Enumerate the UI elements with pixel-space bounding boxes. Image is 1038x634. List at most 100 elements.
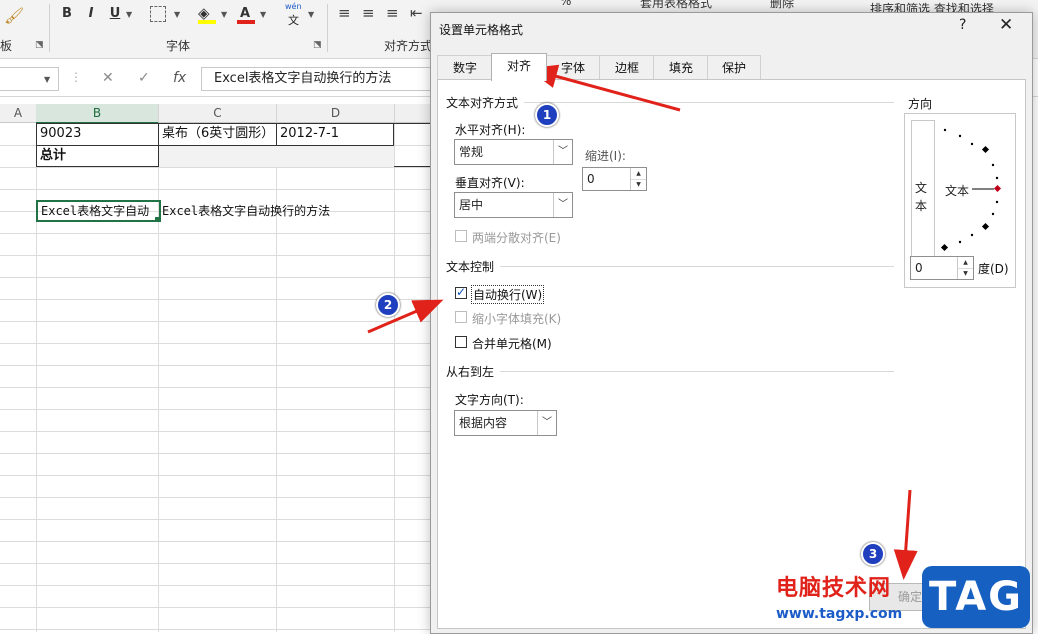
decrease-indent-icon[interactable]: ⇤: [410, 4, 423, 22]
name-box-dropdown-icon[interactable]: ▼: [44, 75, 50, 84]
pinyin-guide-button[interactable]: 文: [288, 12, 299, 28]
chevron-down-icon[interactable]: ﹀: [553, 140, 572, 164]
distributed-label: 两端分散对齐(E): [472, 231, 561, 245]
text-direction-value: 根据内容: [459, 416, 508, 430]
step-badge-1: 1: [535, 103, 559, 127]
spin-down-icon[interactable]: ▼: [958, 268, 973, 279]
font-group-label: 字体: [166, 39, 191, 53]
border-icon[interactable]: [150, 6, 166, 22]
shrink-to-fit-label: 缩小字体填充(K): [472, 312, 562, 326]
formula-input[interactable]: Excel表格文字自动换行的方法: [201, 67, 455, 91]
alignment-group-label: 对齐方式: [384, 39, 433, 53]
italic-button[interactable]: I: [83, 4, 99, 24]
ok-button-label: 确定: [897, 590, 922, 604]
table-cell-d1[interactable]: 2012-7-1: [277, 123, 394, 145]
chevron-down-icon[interactable]: ﹀: [537, 411, 556, 435]
distributed-checkbox[interactable]: [455, 230, 467, 242]
cancel-icon[interactable]: ✕: [102, 70, 114, 86]
insert-function-icon[interactable]: fx: [173, 70, 186, 86]
border-dropdown-icon[interactable]: ▼: [174, 10, 180, 19]
vertical-text-option[interactable]: 文本: [911, 120, 935, 272]
align-center-icon[interactable]: ≡: [362, 4, 375, 22]
percent-style-button[interactable]: %: [560, 0, 571, 8]
horizontal-align-select[interactable]: 常规 ﹀: [454, 139, 573, 165]
tab-border[interactable]: 边框: [599, 55, 655, 80]
underline-button[interactable]: U: [107, 4, 123, 24]
pinyin-guide-top[interactable]: wén: [285, 2, 302, 11]
text-alignment-section-title: 文本对齐方式: [446, 96, 519, 110]
fill-color-bar: [198, 20, 216, 24]
tab-alignment[interactable]: 对齐: [491, 53, 547, 81]
fill-color-dropdown-icon[interactable]: ▼: [221, 10, 227, 19]
font-dialog-launcher-icon[interactable]: ⬔: [313, 40, 322, 50]
tab-protection[interactable]: 保护: [707, 55, 761, 80]
horizontal-align-value: 常规: [459, 145, 484, 159]
shrink-to-fit-checkbox[interactable]: [455, 311, 467, 323]
merge-cells-label: 合并单元格(M): [472, 337, 552, 351]
align-left-icon[interactable]: ≡: [338, 4, 351, 22]
help-icon[interactable]: ?: [959, 17, 966, 33]
table-cell-b2[interactable]: 总计: [37, 145, 158, 167]
horizontal-text-label: 文本: [945, 184, 970, 198]
underline-dropdown-icon[interactable]: ▼: [126, 10, 132, 19]
clipboard-group-label: 板: [0, 39, 13, 53]
chevron-down-icon[interactable]: ﹀: [553, 193, 572, 217]
enter-icon[interactable]: ✓: [138, 70, 150, 86]
indent-value: 0: [587, 172, 595, 186]
wrap-text-label[interactable]: 自动换行(W): [471, 285, 545, 304]
wrap-text-checkbox[interactable]: ✓: [455, 285, 467, 299]
vertical-align-label: 垂直对齐(V):: [455, 176, 525, 190]
cell-c5[interactable]: Excel表格文字自动换行的方法: [159, 200, 432, 222]
dialog-launcher-icon[interactable]: ⬔: [35, 40, 44, 50]
column-header-e[interactable]: [395, 104, 433, 123]
text-control-section-title: 文本控制: [446, 260, 495, 274]
watermark-url: www.tagxp.com: [776, 606, 903, 622]
pinyin-dropdown-icon[interactable]: ▼: [308, 10, 314, 19]
indent-label: 缩进(I):: [585, 149, 626, 163]
format-cells-dialog: 设置单元格格式 ? ✕ 数字 对齐 字体 边框 填充 保护 文本对齐方式 水平对…: [430, 12, 1033, 634]
format-as-table-button[interactable]: 套用表格格式: [640, 0, 712, 11]
column-header-b[interactable]: B: [36, 104, 159, 124]
degrees-label: 度(D): [978, 262, 1009, 276]
orientation-section-title: 方向: [908, 97, 933, 111]
step-badge-2: 2: [376, 293, 400, 317]
alignment-panel: 文本对齐方式 水平对齐(H): 常规 ﹀ 缩进(I): 0 ▲ ▼ 垂直对齐(V…: [437, 79, 1026, 629]
font-color-bar: [237, 20, 255, 24]
indent-stepper[interactable]: 0 ▲ ▼: [582, 167, 647, 191]
table-cell-b1[interactable]: 90023: [37, 123, 158, 145]
tab-fill[interactable]: 填充: [653, 55, 709, 80]
degrees-value: 0: [915, 261, 923, 275]
watermark-site-name: 电脑技术网: [776, 576, 892, 601]
name-box[interactable]: ▼: [0, 67, 59, 91]
spin-down-icon[interactable]: ▼: [631, 179, 646, 190]
format-painter-icon[interactable]: 🖌: [4, 6, 24, 25]
merge-cells-checkbox[interactable]: [455, 336, 467, 348]
align-right-icon[interactable]: ≡: [386, 4, 399, 22]
degrees-stepper[interactable]: 0 ▲ ▼: [910, 256, 974, 280]
formula-bar-grip-icon: ⋮: [70, 70, 82, 84]
checkmark-icon: ✓: [456, 285, 467, 299]
close-icon[interactable]: ✕: [999, 15, 1013, 35]
delete-cells-button[interactable]: 删除: [770, 0, 794, 11]
table-cell-c2-fill[interactable]: [159, 146, 394, 167]
watermark-tag-logo: TAG: [922, 566, 1030, 628]
text-direction-select[interactable]: 根据内容 ﹀: [454, 410, 557, 436]
selected-cell-b5[interactable]: Excel表格文字自动: [36, 200, 161, 222]
step-badge-3: 3: [861, 542, 885, 566]
vertical-text-label: 文本: [915, 181, 928, 213]
horizontal-align-label: 水平对齐(H):: [455, 123, 526, 137]
table-cell-c1[interactable]: 桌布（6英寸圆形）: [159, 123, 276, 145]
bold-button[interactable]: B: [59, 4, 75, 24]
column-header-c[interactable]: C: [159, 104, 277, 123]
orientation-dial[interactable]: 文本: [937, 120, 1009, 270]
column-header-d[interactable]: D: [277, 104, 395, 123]
tab-font[interactable]: 字体: [545, 55, 601, 80]
tab-number[interactable]: 数字: [437, 55, 493, 80]
text-direction-label: 文字方向(T):: [455, 393, 524, 407]
font-color-dropdown-icon[interactable]: ▼: [260, 10, 266, 19]
vertical-align-select[interactable]: 居中 ﹀: [454, 192, 573, 218]
vertical-align-value: 居中: [459, 198, 484, 212]
dialog-title: 设置单元格格式: [439, 23, 524, 37]
sheet-grid: A B C D 90023 桌布（6英寸圆形） 2012-7-1 总计 Exce…: [0, 104, 433, 632]
column-header-a[interactable]: A: [0, 104, 37, 123]
